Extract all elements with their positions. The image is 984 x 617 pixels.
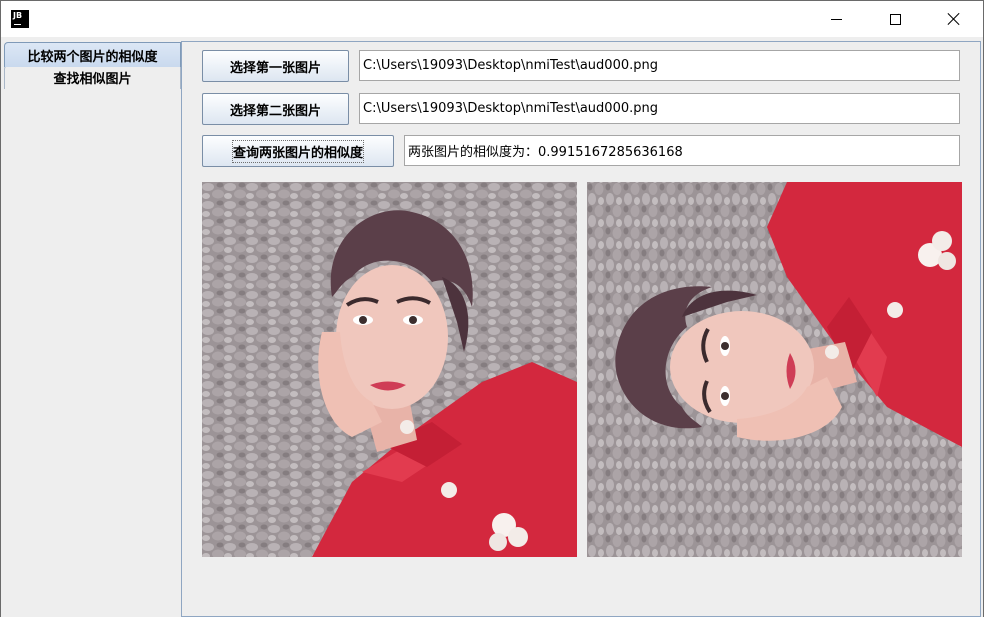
minimize-button[interactable] <box>813 1 859 37</box>
tab-compare-two-images[interactable]: 比较两个图片的相似度 <box>4 42 181 67</box>
tab-label: 查找相似图片 <box>53 72 132 87</box>
title-bar[interactable]: JB <box>1 1 983 37</box>
maximize-icon <box>889 13 901 25</box>
button-label: 选择第一张图片 <box>229 60 321 76</box>
app-window: JB 比较两个图片的相似度 查找相似图片 选择第一张图片 C:\Users\19… <box>0 0 984 617</box>
button-label: 查询两张图片的相似度 <box>231 139 364 163</box>
first-image-path-field[interactable]: C:\Users\19093\Desktop\nmiTest\aud000.pn… <box>359 50 960 81</box>
portrait-image-rotated <box>587 182 962 557</box>
select-second-image-button[interactable]: 选择第二张图片 <box>202 93 349 125</box>
tab-find-similar-images[interactable]: 查找相似图片 <box>4 65 181 89</box>
minimize-icon <box>830 18 842 20</box>
tabbed-pane: 比较两个图片的相似度 查找相似图片 选择第一张图片 C:\Users\19093… <box>1 37 983 617</box>
second-image-preview <box>587 182 962 557</box>
tab-label: 比较两个图片的相似度 <box>27 49 158 65</box>
button-label: 选择第二张图片 <box>229 103 321 119</box>
close-icon <box>947 12 961 26</box>
second-image-path-field[interactable]: C:\Users\19093\Desktop\nmiTest\aud000.pn… <box>359 93 960 124</box>
first-image-preview <box>202 182 577 557</box>
app-logo-icon: JB <box>11 10 29 28</box>
close-button[interactable] <box>931 1 977 37</box>
query-similarity-button[interactable]: 查询两张图片的相似度 <box>202 135 394 167</box>
portrait-image <box>202 182 577 557</box>
similarity-result-field[interactable]: 两张图片的相似度为：0.9915167285636168 <box>404 135 960 166</box>
select-first-image-button[interactable]: 选择第一张图片 <box>202 50 349 82</box>
app-logo-text: JB <box>13 11 23 20</box>
maximize-button[interactable] <box>872 1 918 37</box>
compare-panel: 选择第一张图片 C:\Users\19093\Desktop\nmiTest\a… <box>181 41 981 617</box>
